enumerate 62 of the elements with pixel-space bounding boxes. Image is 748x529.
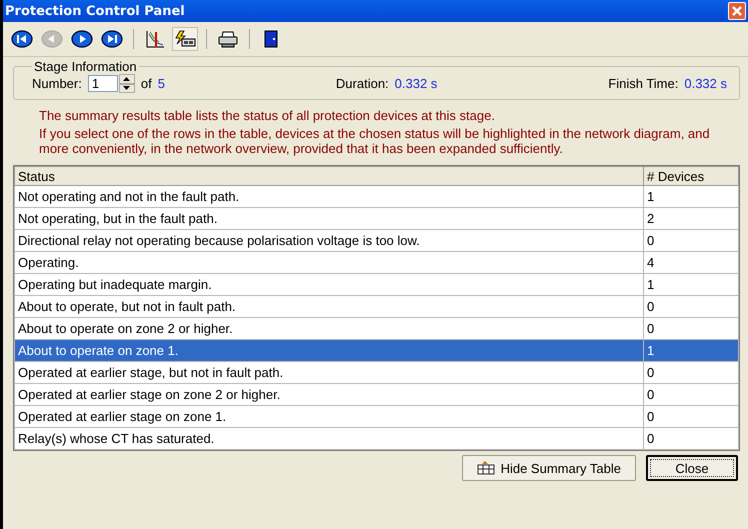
- table-row[interactable]: About to operate on zone 1. 1: [14, 340, 738, 362]
- status-cell: Operating.: [14, 252, 644, 274]
- count-cell: 1: [644, 340, 738, 362]
- status-cell: Directional relay not operating because polarisation voltage is too low.: [14, 230, 644, 252]
- close-button[interactable]: Close: [646, 455, 738, 481]
- skip-end-icon: [101, 30, 123, 48]
- count-cell: 4: [644, 252, 738, 274]
- table-row[interactable]: Operating but inadequate margin. 1: [14, 274, 738, 296]
- table-row[interactable]: Operated at earlier stage, but not in fault path. 0: [14, 362, 738, 384]
- count-cell: 0: [644, 230, 738, 252]
- column-header[interactable]: Status: [14, 166, 644, 186]
- count-cell: 0: [644, 384, 738, 406]
- play-icon: [71, 30, 93, 48]
- status-cell: Operating but inadequate margin.: [14, 274, 644, 296]
- info-text: If you select one of the rows in the table, devices at the chosen status will be highlighted in the network diagram, and more conveniently, in the network overview, provided that it has been expanded sufficiently.: [39, 126, 711, 156]
- table-row[interactable]: Operated at earlier stage on zone 1. 0: [14, 406, 738, 428]
- number-field[interactable]: 1: [88, 75, 118, 92]
- duration-label: Duration:: [336, 76, 389, 91]
- table-row[interactable]: Not operating, but in the fault path. 2: [14, 208, 738, 230]
- window-title: Protection Control Panel: [5, 4, 185, 18]
- status-cell: Not operating and not in the fault path.: [14, 186, 644, 208]
- count-cell: 2: [644, 208, 738, 230]
- status-cell: Relay(s) whose CT has saturated.: [14, 428, 644, 450]
- table-row[interactable]: Not operating and not in the fault path. 1: [14, 186, 738, 208]
- group-title: Stage Information: [33, 59, 138, 74]
- status-cell: Operated at earlier stage on zone 1.: [14, 406, 644, 428]
- status-cell: About to operate, but not in fault path.: [14, 296, 644, 318]
- lightning-icon: [174, 30, 196, 48]
- door-icon: [264, 30, 278, 48]
- count-cell: 0: [644, 406, 738, 428]
- skip-start-icon: [11, 30, 33, 48]
- previous-icon: [41, 30, 63, 48]
- table-row[interactable]: Relay(s) whose CT has saturated. 0: [14, 428, 738, 450]
- table-row[interactable]: Operating. 4: [14, 252, 738, 274]
- printer-icon: [217, 30, 239, 48]
- toolbar-button[interactable]: [172, 27, 198, 51]
- status-cell: Operated at earlier stage on zone 2 or higher.: [14, 384, 644, 406]
- count-cell: 0: [644, 296, 738, 318]
- count-cell: 0: [644, 428, 738, 450]
- number-label: Number:: [32, 76, 82, 91]
- count-cell: 0: [644, 362, 738, 384]
- finish-time-value: 0.332 s: [684, 76, 728, 91]
- column-header[interactable]: # Devices: [644, 166, 738, 186]
- table-row[interactable]: Directional relay not operating because polarisation voltage is too low. 0: [14, 230, 738, 252]
- stage-count: 5: [158, 76, 165, 91]
- spin-buttons[interactable]: [118, 74, 135, 93]
- status-cell: Not operating, but in the fault path.: [14, 208, 644, 230]
- count-cell: 1: [644, 186, 738, 208]
- info-text: The summary results table lists the status of all protection devices at this stage.: [39, 108, 496, 123]
- count-cell: 1: [644, 274, 738, 296]
- of-label: of: [140, 76, 152, 91]
- close-button[interactable]: [728, 2, 746, 20]
- status-cell: About to operate on zone 1.: [14, 340, 644, 362]
- chart-icon: [145, 30, 165, 48]
- table-icon: [476, 461, 495, 475]
- table-row[interactable]: Operated at earlier stage on zone 2 or higher. 0: [14, 384, 738, 406]
- hide-table-button[interactable]: Hide Summary Table: [462, 455, 636, 481]
- finish-time-label: Finish Time:: [608, 76, 678, 91]
- status-cell: Operated at earlier stage, but not in fault path.: [14, 362, 644, 384]
- close-icon: [732, 6, 742, 16]
- duration-value: 0.332 s: [394, 76, 438, 91]
- table-row[interactable]: About to operate, but not in fault path. 0: [14, 296, 738, 318]
